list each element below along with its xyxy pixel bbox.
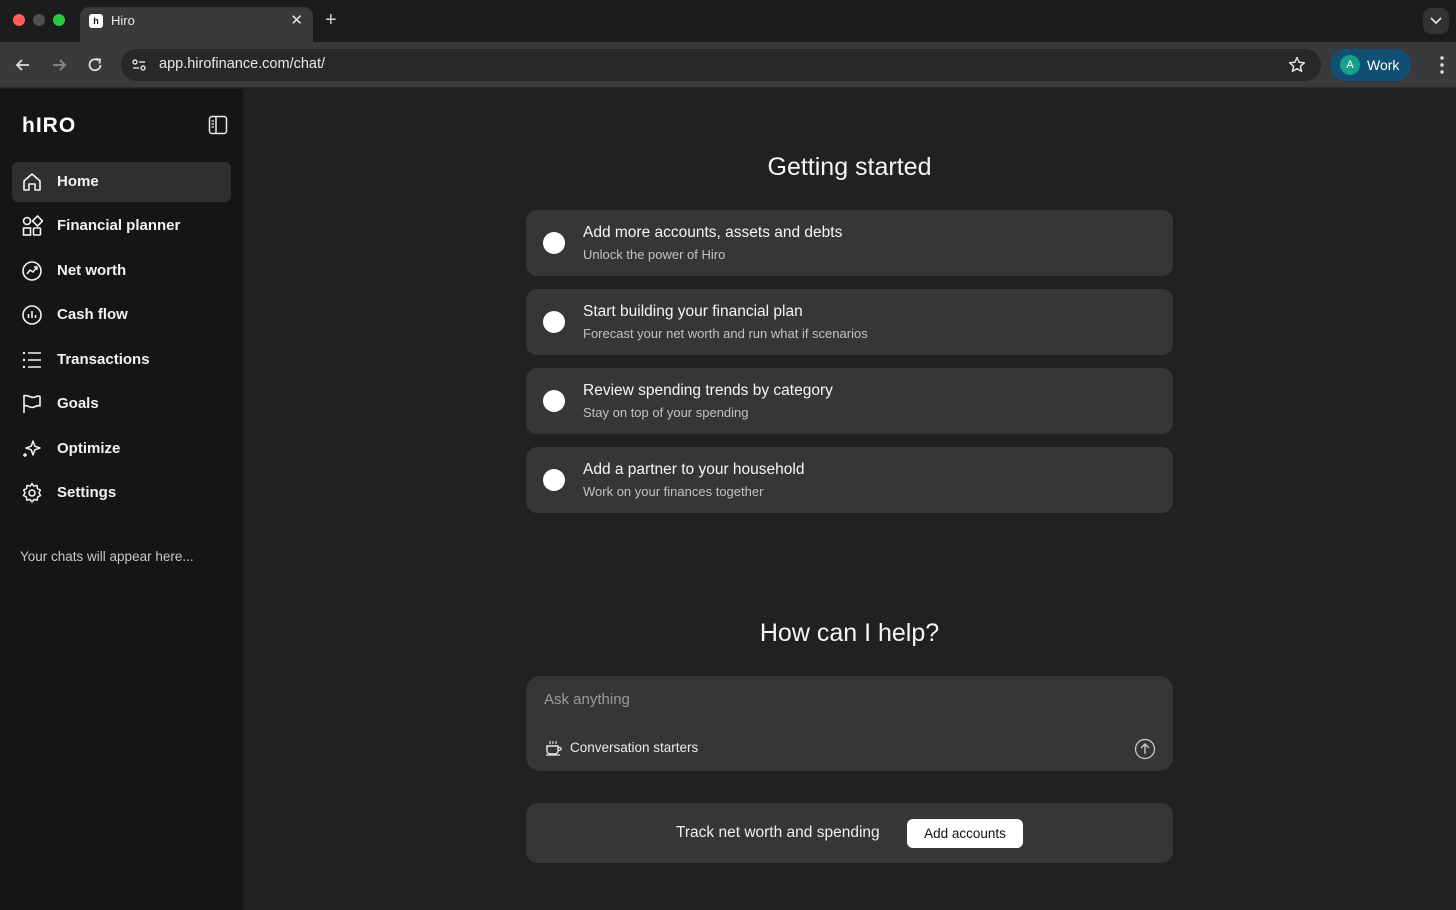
sidebar-item-goals[interactable]: Goals xyxy=(12,384,231,424)
chevron-down-icon xyxy=(1430,17,1442,25)
getting-started-title: Getting started xyxy=(767,153,932,181)
sidebar-item-label: Net worth xyxy=(57,262,127,279)
new-tab-icon[interactable]: + xyxy=(325,8,337,32)
tab-search-button[interactable] xyxy=(1423,8,1449,34)
sidebar-item-net-worth[interactable]: Net worth xyxy=(12,251,231,291)
sidebar-item-cash-flow[interactable]: Cash flow xyxy=(12,295,231,335)
back-arrow-icon[interactable] xyxy=(13,55,33,75)
sidebar-item-label: Financial planner xyxy=(57,217,181,234)
trend-icon xyxy=(22,261,42,281)
task-subtitle: Forecast your net worth and run what if … xyxy=(583,326,868,341)
site-settings-icon[interactable] xyxy=(131,57,147,73)
conversation-starters-label: Conversation starters xyxy=(570,740,699,755)
cta-text: Track net worth and spending xyxy=(676,824,880,841)
tab-title: Hiro xyxy=(111,13,135,28)
profile-button[interactable]: A Work xyxy=(1330,49,1411,81)
sidebar-item-optimize[interactable]: Optimize xyxy=(12,429,231,469)
url-text: app.hirofinance.com/chat/ xyxy=(159,56,326,72)
profile-label: Work xyxy=(1367,57,1400,73)
browser-tab-bar: h Hiro ✕ + xyxy=(0,0,1456,42)
reload-icon[interactable] xyxy=(85,55,105,75)
browser-toolbar: app.hirofinance.com/chat/ A Work xyxy=(0,42,1456,88)
chat-composer: Conversation starters xyxy=(526,676,1173,771)
maximize-window-button[interactable] xyxy=(53,14,65,26)
sidebar-item-financial-planner[interactable]: Financial planner xyxy=(12,206,231,246)
sidebar-item-label: Transactions xyxy=(57,351,150,368)
sparkle-icon xyxy=(23,440,41,457)
task-title: Start building your financial plan xyxy=(583,303,803,320)
task-checkbox[interactable] xyxy=(543,232,565,254)
task-card[interactable]: Add more accounts, assets and debts Unlo… xyxy=(526,210,1173,276)
sidebar-item-label: Home xyxy=(57,173,99,190)
flag-icon xyxy=(23,394,41,413)
task-card[interactable]: Review spending trends by category Stay … xyxy=(526,368,1173,434)
sidebar: hIRO Home Financial planner Net worth Ca… xyxy=(0,89,243,910)
sidebar-item-label: Optimize xyxy=(57,440,121,457)
task-checkbox[interactable] xyxy=(543,469,565,491)
coffee-cup-icon xyxy=(546,740,562,756)
sidebar-item-label: Cash flow xyxy=(57,306,128,323)
send-arrow-icon[interactable] xyxy=(1134,738,1156,760)
sidebar-item-transactions[interactable]: Transactions xyxy=(12,340,231,380)
add-accounts-button[interactable]: Add accounts xyxy=(907,819,1023,848)
close-window-button[interactable] xyxy=(13,14,25,26)
list-icon xyxy=(22,351,41,369)
bookmark-star-icon[interactable] xyxy=(1287,55,1307,75)
task-subtitle: Work on your finances together xyxy=(583,484,764,499)
chats-empty-hint: Your chats will appear here... xyxy=(20,549,194,564)
minimize-window-button[interactable] xyxy=(33,14,45,26)
grid-icon xyxy=(22,215,43,236)
avatar: A xyxy=(1340,55,1360,75)
sidebar-item-label: Settings xyxy=(57,484,117,501)
task-subtitle: Stay on top of your spending xyxy=(583,405,749,420)
add-accounts-banner: Track net worth and spending Add account… xyxy=(526,803,1173,863)
home-icon xyxy=(23,173,41,191)
hiro-favicon-icon: h xyxy=(89,14,103,28)
hiro-logo[interactable]: hIRO xyxy=(22,114,76,138)
task-checkbox[interactable] xyxy=(543,390,565,412)
sidebar-item-home[interactable]: Home xyxy=(12,162,231,202)
task-card[interactable]: Start building your financial plan Forec… xyxy=(526,289,1173,355)
task-checkbox[interactable] xyxy=(543,311,565,333)
sidebar-item-label: Goals xyxy=(57,395,99,412)
more-menu-icon[interactable] xyxy=(1440,56,1444,74)
address-bar[interactable]: app.hirofinance.com/chat/ xyxy=(121,49,1321,81)
tab-close-icon[interactable]: ✕ xyxy=(290,11,303,29)
sidebar-toggle-icon[interactable] xyxy=(208,115,228,135)
browser-tab[interactable]: h Hiro ✕ xyxy=(80,7,313,42)
forward-arrow-icon[interactable] xyxy=(49,55,69,75)
task-title: Add more accounts, assets and debts xyxy=(583,224,843,241)
help-title: How can I help? xyxy=(759,619,940,647)
sidebar-item-settings[interactable]: Settings xyxy=(12,473,231,513)
chat-input[interactable] xyxy=(544,688,1124,710)
task-subtitle: Unlock the power of Hiro xyxy=(583,247,726,262)
gear-icon xyxy=(22,482,42,503)
task-card[interactable]: Add a partner to your household Work on … xyxy=(526,447,1173,513)
bar-chart-icon xyxy=(22,305,42,325)
task-title: Add a partner to your household xyxy=(583,461,805,478)
main-content: Getting started Add more accounts, asset… xyxy=(243,89,1456,910)
task-title: Review spending trends by category xyxy=(583,382,833,399)
